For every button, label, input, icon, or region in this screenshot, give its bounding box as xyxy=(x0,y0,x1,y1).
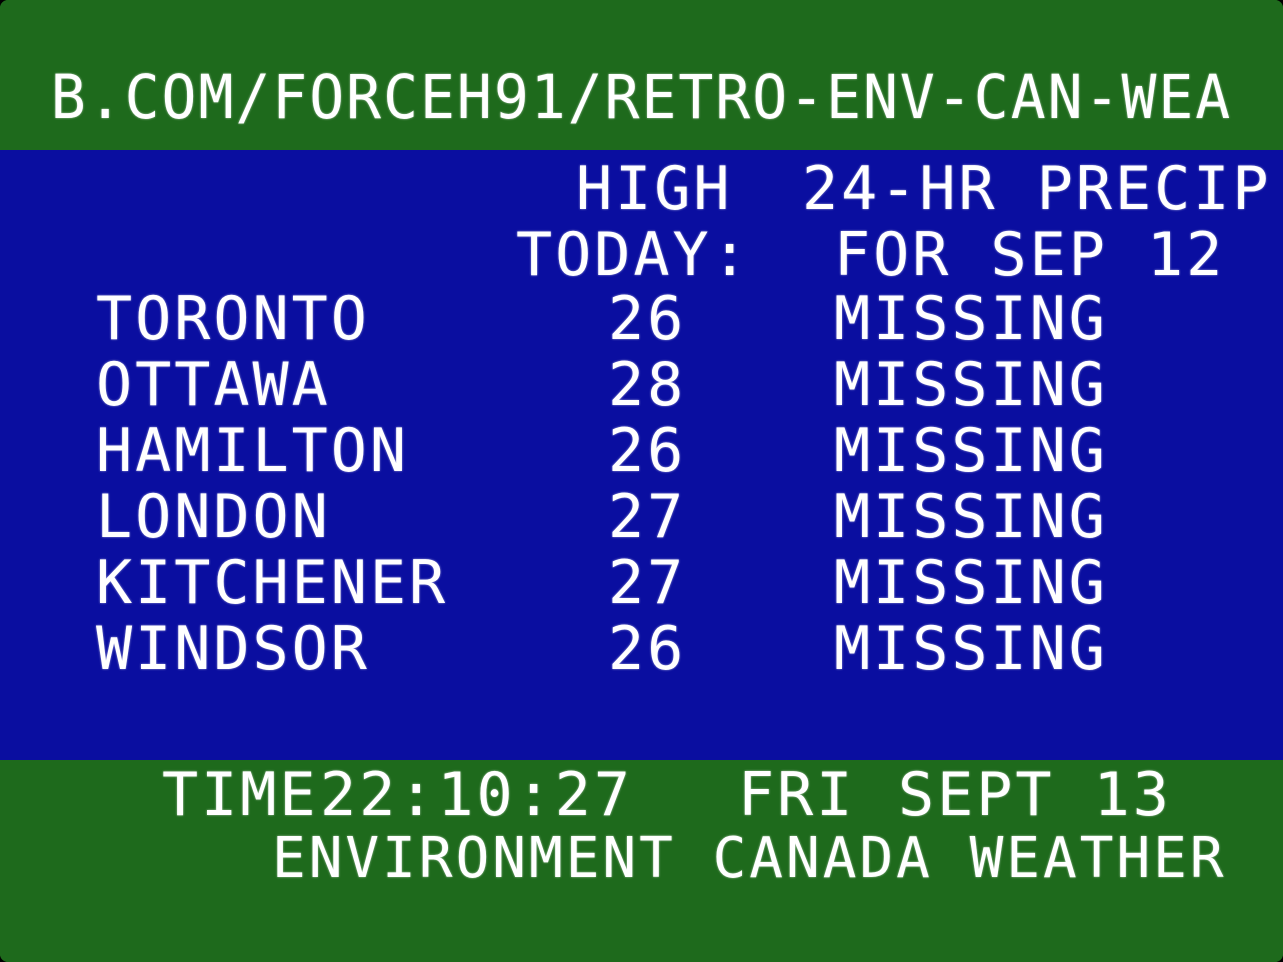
station-name: ENVIRONMENT CANADA WEATHER xyxy=(272,826,1227,891)
day-label: FRI xyxy=(738,760,856,830)
city-name: TORONTO xyxy=(96,284,370,354)
weather-screen: B.COM/FORCEH91/RETRO-ENV-CAN-WEA HIGH TO… xyxy=(0,0,1283,962)
precip-value: MISSING xyxy=(834,614,1108,684)
precip-header-line1: 24-HR PRECIP xyxy=(802,154,1272,224)
city-name: KITCHENER xyxy=(96,548,449,618)
high-temp: 26 xyxy=(608,614,687,684)
weather-panel: HIGH TODAY: 24-HR PRECIP FOR SEP 12 TORO… xyxy=(0,150,1283,760)
precip-value: MISSING xyxy=(834,416,1108,486)
high-temp: 27 xyxy=(608,548,687,618)
header-bar: B.COM/FORCEH91/RETRO-ENV-CAN-WEA xyxy=(0,0,1283,150)
time-value: 22:10:27 xyxy=(320,760,633,830)
high-header-line1: HIGH xyxy=(576,154,733,224)
city-name: WINDSOR xyxy=(96,614,370,684)
time-label: TIME xyxy=(162,760,319,830)
precip-value: MISSING xyxy=(834,482,1108,552)
footer-bar: TIME 22:10:27 FRI SEPT 13 ENVIRONMENT CA… xyxy=(0,760,1283,962)
date-label: SEPT 13 xyxy=(898,760,1172,830)
precip-value: MISSING xyxy=(834,548,1108,618)
precip-value: MISSING xyxy=(834,284,1108,354)
precip-value: MISSING xyxy=(834,350,1108,420)
city-name: LONDON xyxy=(96,482,331,552)
high-temp: 28 xyxy=(608,350,687,420)
high-header-line2: TODAY: xyxy=(516,220,751,290)
city-name: HAMILTON xyxy=(96,416,409,486)
high-temp: 26 xyxy=(608,416,687,486)
high-temp: 26 xyxy=(608,284,687,354)
precip-header-line2: FOR SEP 12 xyxy=(834,220,1226,290)
high-temp: 27 xyxy=(608,482,687,552)
header-url-text: B.COM/FORCEH91/RETRO-ENV-CAN-WEA xyxy=(50,61,1233,133)
city-name: OTTAWA xyxy=(96,350,331,420)
